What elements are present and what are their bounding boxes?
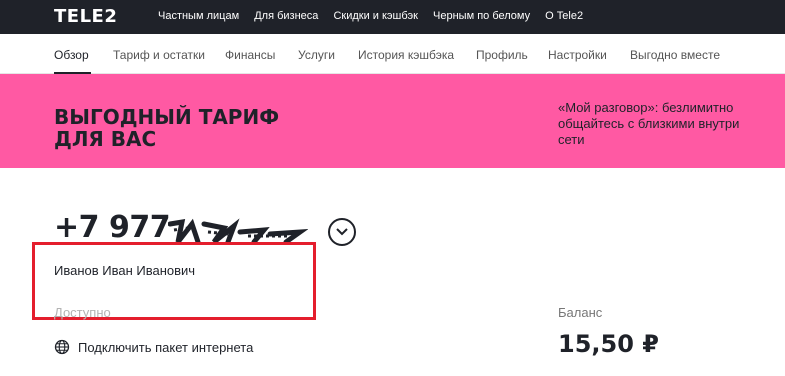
account-tabs: Обзор Тариф и остатки Финансы Услуги Ист… [0,34,785,74]
tab-overview[interactable]: Обзор [54,48,89,62]
nav-discounts[interactable]: Скидки и кэшбэк [333,10,418,22]
nav-about[interactable]: О Tele2 [545,10,583,22]
connect-internet-button[interactable]: Подключить пакет интернета [54,338,253,356]
promo-banner[interactable]: ВЫГОДНЫЙ ТАРИФ ДЛЯ ВАС «Мой разговор»: б… [0,74,785,168]
tab-tariff[interactable]: Тариф и остатки [113,48,205,62]
banner-title-line: ВЫГОДНЫЙ ТАРИФ [54,105,280,129]
top-header: TELE2 Частным лицам Для бизнеса Скидки и… [0,0,785,34]
banner-title: ВЫГОДНЫЙ ТАРИФ ДЛЯ ВАС [54,106,314,150]
tab-services[interactable]: Услуги [298,48,335,62]
balance-value: 15,50 ₽ [558,330,659,358]
chevron-down-icon [336,228,348,236]
banner-title-line: ДЛЯ ВАС [54,127,157,151]
connect-internet-label: Подключить пакет интернета [78,339,254,355]
account-holder-name: Иванов Иван Иванович [54,263,196,278]
banner-description: «Мой разговор»: безлимитно общайтесь с б… [558,100,768,148]
balance-label: Баланс [558,305,603,320]
nav-business[interactable]: Для бизнеса [254,10,318,22]
account-switcher-button[interactable] [328,218,356,246]
nav-black-on-white[interactable]: Черным по белому [433,10,530,22]
tab-profile[interactable]: Профиль [476,48,528,62]
tab-cashback-history[interactable]: История кэшбэка [358,48,454,62]
top-nav: Частным лицам Для бизнеса Скидки и кэшбэ… [158,10,583,22]
tab-settings[interactable]: Настройки [548,48,607,62]
banner-text-line: «Мой разговор»: безлимитно [558,100,734,115]
tele2-logo[interactable]: TELE2 [54,6,117,27]
phone-number: +7 977 [54,210,171,245]
tab-together[interactable]: Выгодно вместе [630,48,720,62]
globe-icon [54,339,70,355]
banner-text-line: общайтесь с близкими внутри [558,116,740,131]
nav-private[interactable]: Частным лицам [158,10,239,22]
available-label: Доступно [54,305,111,320]
tab-finance[interactable]: Финансы [225,48,275,62]
banner-text-line: сети [558,132,585,147]
